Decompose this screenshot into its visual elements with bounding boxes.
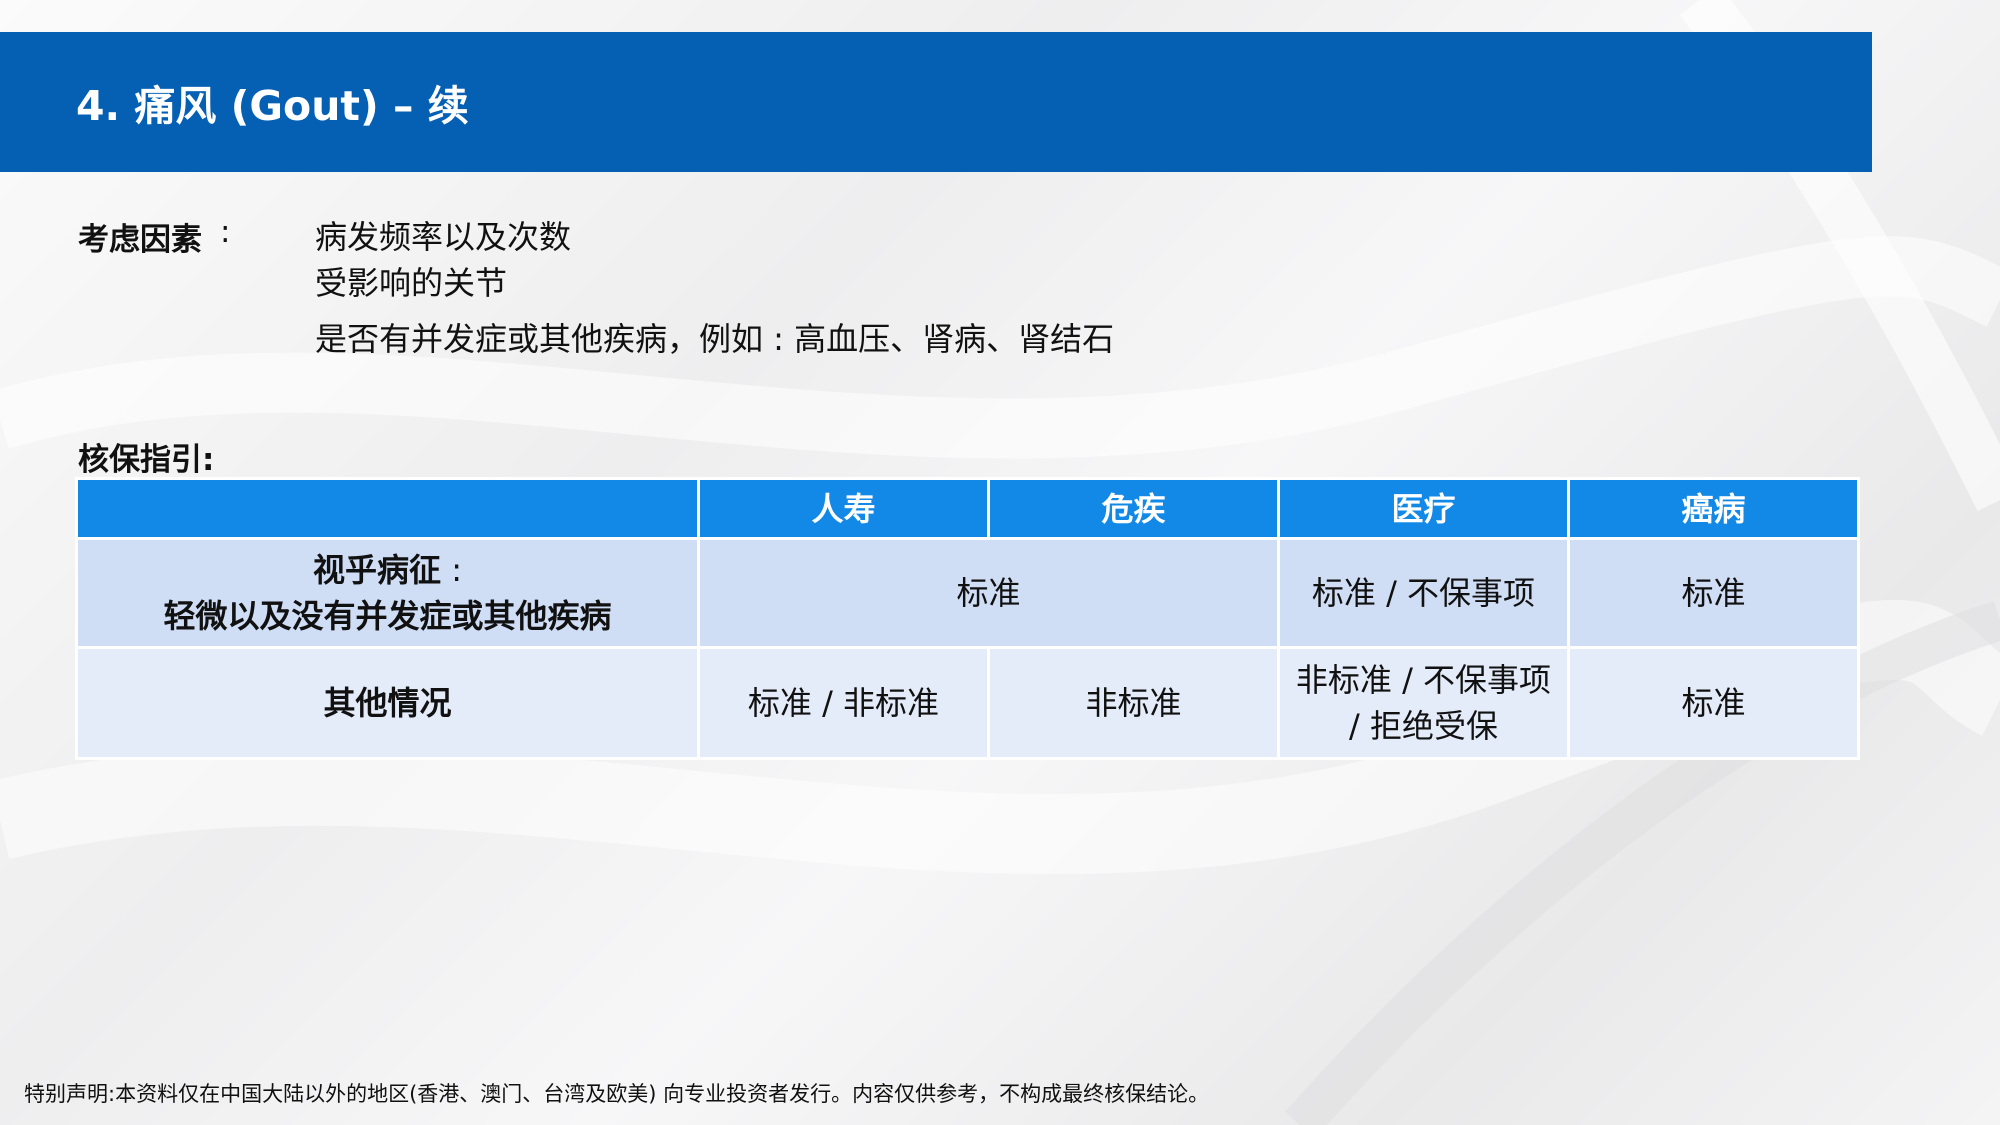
title-bar: 4. 痛风 (Gout) – 续 [0, 32, 1872, 172]
header-cell-cancer: 癌病 [1567, 477, 1860, 540]
medical-line: 非标准 / 不保事项 [1295, 661, 1552, 699]
life-ci-cell: 标准 [697, 537, 1280, 649]
factor-item: 病发频率以及次数 [315, 218, 572, 256]
table-header-row: 人寿 危疾 医疗 癌病 [75, 477, 1860, 540]
condition-cell: 视乎病征 : 轻微以及没有并发症或其他疾病 [75, 537, 700, 649]
disclaimer-text: 特别声明:本资料仅在中国大陆以外的地区(香港、澳门、台湾及欧美) 向专业投资者发… [24, 1082, 1210, 1106]
medical-line: / 拒绝受保 [1349, 707, 1498, 745]
table-row: 其他情况 标准 / 非标准 非标准 非标准 / 不保事项 / 拒绝受保 标准 [75, 646, 1860, 760]
underwriting-table: 人寿 危疾 医疗 癌病 视乎病征 : 轻微以及没有并发症或其他疾病 标准 标准 … [75, 477, 1860, 760]
factors-label: 考虑因素 [78, 222, 202, 258]
life-cell: 标准 / 非标准 [697, 646, 990, 760]
guidelines-label: 核保指引: [78, 442, 215, 478]
cancer-cell: 标准 [1567, 646, 1860, 760]
header-cell-critical-illness: 危疾 [987, 477, 1280, 540]
header-cell-medical: 医疗 [1277, 477, 1570, 540]
factor-item: 是否有并发症或其他疾病，例如 : 高血压、肾病、肾结石 [315, 320, 1115, 358]
header-cell-condition [75, 477, 700, 540]
ci-cell: 非标准 [987, 646, 1280, 760]
condition-title: 视乎病征 [313, 551, 442, 589]
factor-item: 受影响的关节 [315, 264, 508, 302]
medical-cell: 标准 / 不保事项 [1277, 537, 1570, 649]
header-cell-life: 人寿 [697, 477, 990, 540]
factors-colon: : [220, 214, 231, 250]
condition-detail: 轻微以及没有并发症或其他疾病 [163, 597, 612, 635]
cancer-cell: 标准 [1567, 537, 1860, 649]
condition-cell: 其他情况 [75, 646, 700, 760]
table-row: 视乎病征 : 轻微以及没有并发症或其他疾病 标准 标准 / 不保事项 标准 [75, 537, 1860, 649]
condition-colon: : [441, 551, 462, 589]
medical-cell: 非标准 / 不保事项 / 拒绝受保 [1277, 646, 1570, 760]
slide-title: 4. 痛风 (Gout) – 续 [76, 82, 469, 130]
